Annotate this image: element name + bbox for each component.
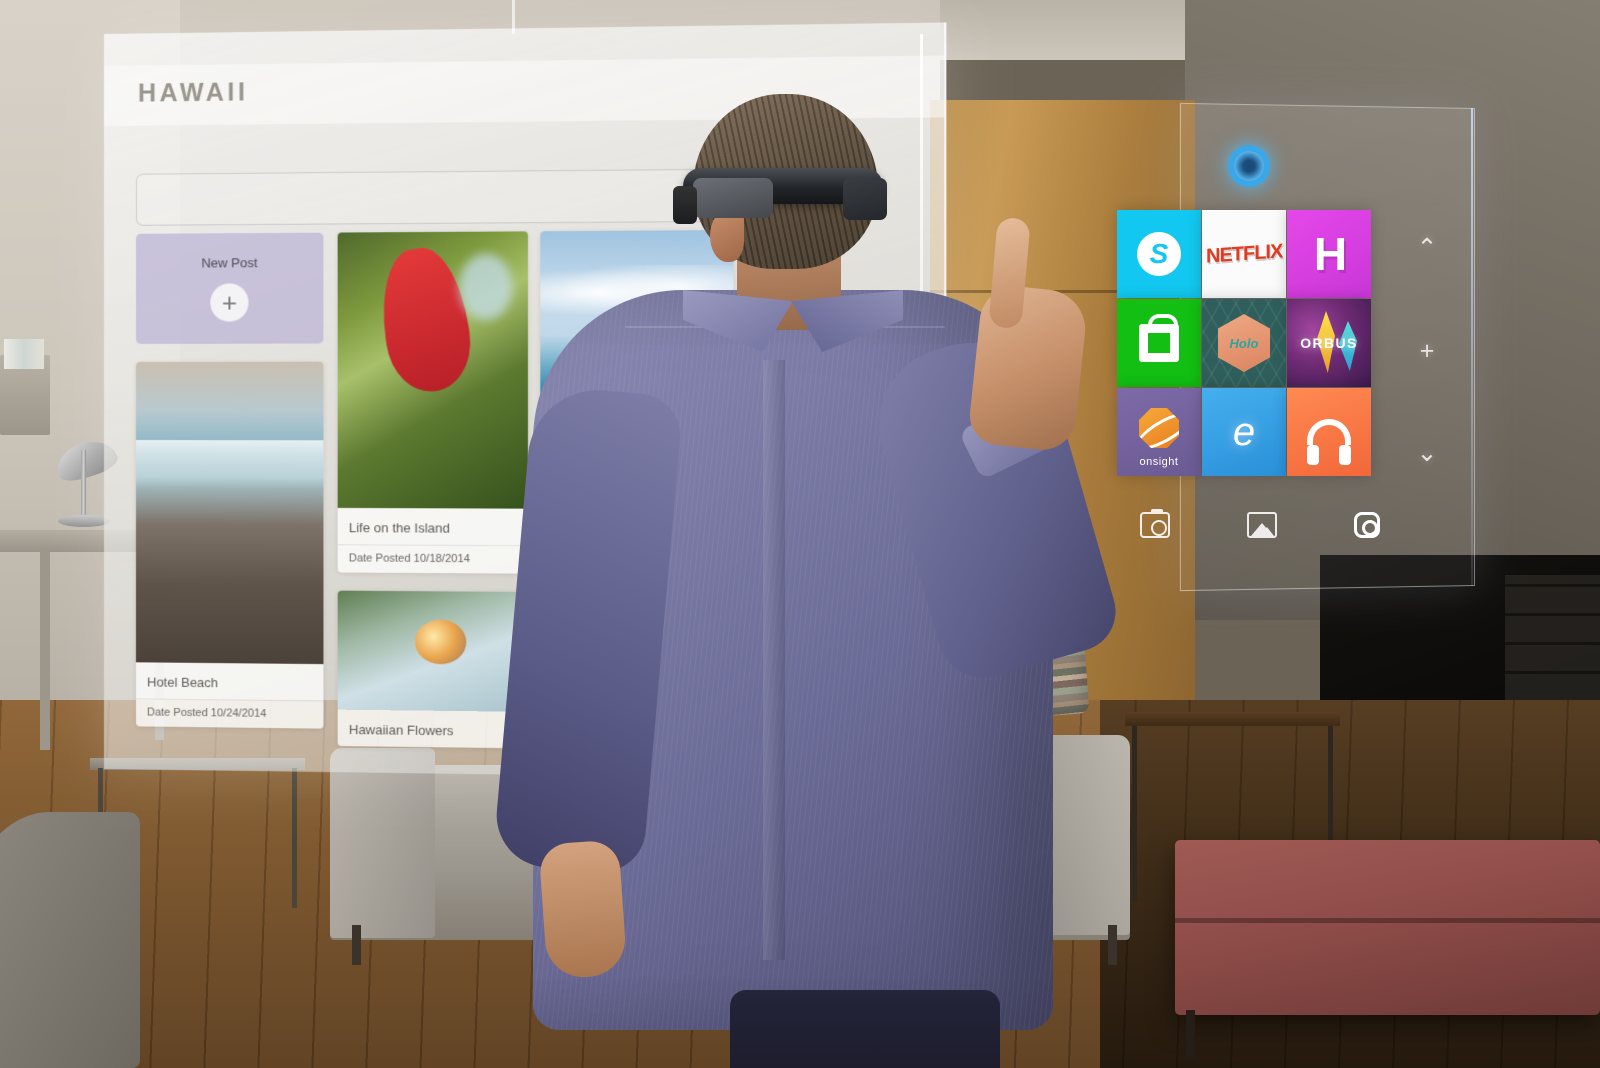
tile-onsight[interactable]: onsight [1117,388,1201,476]
hololens-side-module [843,178,887,220]
coffee-table-leg [1132,726,1137,901]
hologram-edge-glow [1471,108,1473,586]
cortana-ring-icon[interactable] [1228,145,1270,187]
start-menu-side-controls: ⌃ + ⌄ [1405,236,1449,466]
side-table-leg [292,768,297,908]
ottoman-leg [1186,1010,1195,1058]
gray-armchair [0,812,140,1068]
chevron-up-icon[interactable]: ⌃ [1417,236,1438,261]
page-title: HAWAII [137,78,249,108]
wall-file-holder [0,339,50,435]
onsight-icon [1139,408,1179,448]
scene-root: HAWAII New Post + Hotel Beach Date Poste… [0,0,1600,1068]
sofa-leg [1108,925,1117,965]
hololens-adjustment-module [693,178,773,218]
user-figure [492,90,1125,1068]
sofa-leg [352,925,361,965]
photo-card[interactable]: Hotel Beach Date Posted 10/24/2014 [135,361,324,729]
gear-icon[interactable] [1354,512,1380,538]
card-caption: Hotel Beach [147,674,219,691]
tile-internet-explorer[interactable]: e [1202,388,1286,476]
card-date: Date Posted 10/24/2014 [135,698,324,729]
new-post-label: New Post [201,255,258,271]
netflix-icon: NETFLIX [1205,239,1283,268]
photos-mountain-icon[interactable] [1247,512,1277,538]
tile-music[interactable] [1287,388,1371,476]
ottoman-seam [1175,918,1600,923]
photo-card[interactable]: Hawaiian Flowers [337,590,528,749]
tile-orbus[interactable]: ORBUS [1287,299,1371,387]
card-date: Date Posted 10/18/2014 [337,544,528,574]
card-column-1: New Post + Hotel Beach Date Posted 10/24… [135,232,324,747]
camera-icon[interactable] [1140,509,1170,538]
coffee-table [1125,712,1340,726]
holostudio-icon: Holo [1218,314,1270,372]
hologram-h-icon: H [1313,228,1347,280]
store-bag-icon [1139,314,1179,362]
ceiling-mount [512,0,515,34]
headphones-icon [1307,419,1351,465]
card-caption: Life on the Island [348,520,450,536]
new-post-button[interactable]: New Post + [135,232,324,344]
plus-icon: + [210,283,249,322]
card-caption: Hawaiian Flowers [348,721,454,739]
chevron-down-icon[interactable]: ⌄ [1417,441,1438,466]
sofa-arm-left [330,748,435,938]
tile-holostudio[interactable]: Holo [1202,299,1286,387]
app-tile-grid: S NETFLIX H Holo ORBUS onsight e [1117,210,1375,476]
desk-lamp-pole [81,450,86,520]
shirt-placket [763,360,785,960]
plus-icon[interactable]: + [1420,338,1435,364]
desk-lamp-base [58,515,110,527]
tile-skype[interactable]: S [1117,210,1201,298]
card-image [135,361,324,665]
user-hand-airtap [966,282,1090,454]
hololens-temple-arm [673,186,697,224]
tile-netflix[interactable]: NETFLIX [1202,210,1286,298]
ie-icon: e [1232,409,1256,454]
tile-store[interactable] [1117,299,1201,387]
card-column-2: Life on the Island Date Posted 10/18/201… [337,231,528,766]
start-menu-bottom-bar [1140,509,1380,538]
skype-icon: S [1137,232,1181,276]
card-image [337,590,528,712]
user-pants [730,990,1000,1068]
orbus-label: ORBUS [1300,335,1358,351]
photo-card[interactable]: Life on the Island Date Posted 10/18/201… [337,231,528,574]
desk-leg [40,550,50,750]
user-hand-left [538,839,628,980]
ottoman [1175,840,1600,1015]
onsight-label: onsight [1139,456,1179,468]
tile-holograms[interactable]: H [1287,210,1371,298]
card-image [337,231,528,509]
